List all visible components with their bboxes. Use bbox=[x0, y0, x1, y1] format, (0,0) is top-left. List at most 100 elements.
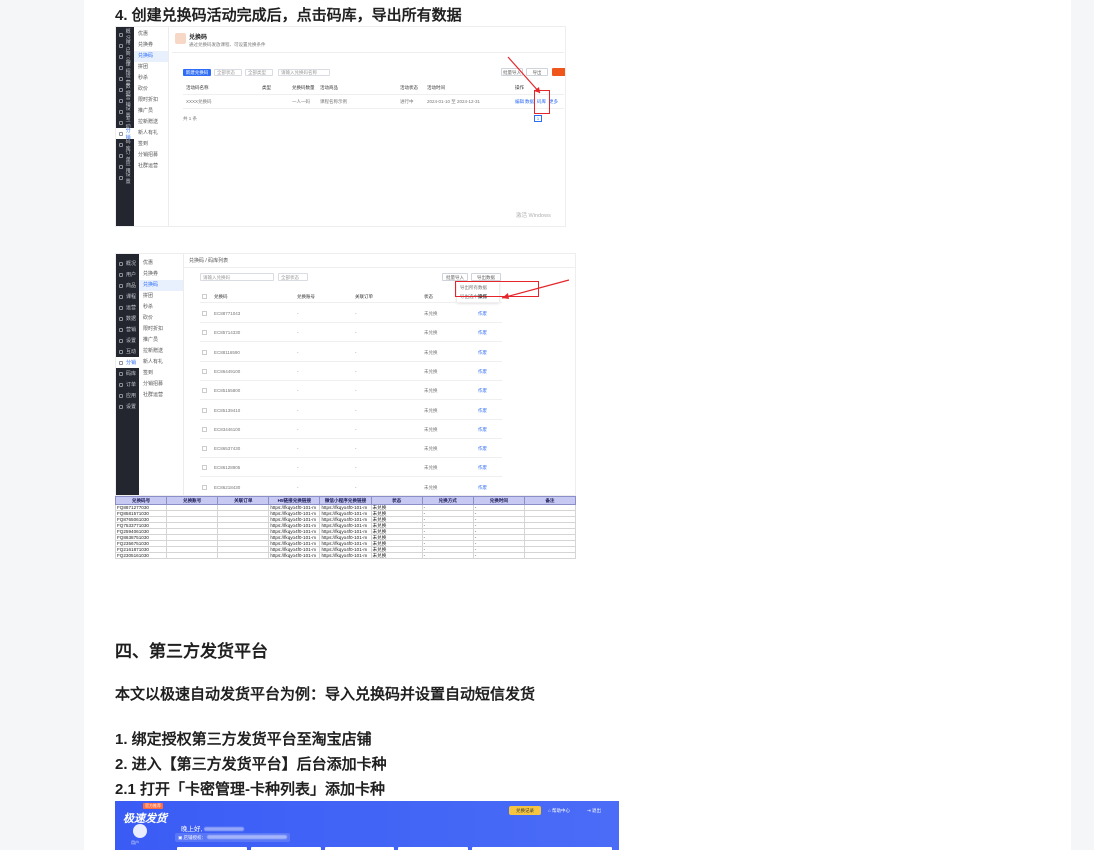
nav-item[interactable]: 订单 bbox=[116, 379, 139, 390]
row-checkbox[interactable] bbox=[202, 426, 207, 432]
excel-header-cell: 状态 bbox=[370, 496, 423, 505]
extra-button[interactable] bbox=[552, 68, 565, 76]
sub-nav-item[interactable]: 兑换券 bbox=[134, 40, 168, 51]
sub-nav-item[interactable]: 限时折扣 bbox=[134, 95, 168, 106]
nav-icon bbox=[119, 76, 123, 81]
sub-nav-item[interactable]: 拉新赠送 bbox=[139, 346, 183, 357]
void-link[interactable]: 作废 bbox=[478, 350, 487, 356]
nav-item[interactable]: 运营 bbox=[116, 302, 139, 313]
sub-nav-item[interactable]: 优惠 bbox=[134, 29, 168, 40]
nav-item[interactable]: 互动 bbox=[116, 346, 139, 357]
void-link[interactable]: 作废 bbox=[478, 465, 487, 471]
greeting: 晚上好, bbox=[181, 823, 245, 833]
void-link[interactable]: 作废 bbox=[478, 427, 487, 433]
sub-nav-item[interactable]: 砍价 bbox=[139, 313, 183, 324]
excel-header-cell: 兑换方式 bbox=[421, 496, 474, 505]
code-search-input[interactable]: 请输入兑换码 bbox=[200, 273, 274, 281]
red-arrow-icon bbox=[507, 56, 541, 94]
row-checkbox[interactable] bbox=[202, 368, 207, 374]
screenshot-coupon-list: 概况 用户 商品 课程 运营 数据 营销 设置 互动 分销 码库 订单 应用 设置 优惠 兑换券 兑换码 拼团秒… bbox=[115, 26, 566, 227]
cell: EC85139410 bbox=[214, 407, 241, 413]
main-nav-2: 概况 用户 商品 课程 运营 数据 营销 设置 互动 分销 码库 订单 应用 设置 bbox=[116, 254, 139, 495]
col-header: 状态 bbox=[424, 294, 433, 299]
help-center-button[interactable]: ⌂ 帮助中心 bbox=[548, 806, 570, 815]
page-1-button[interactable]: 1 bbox=[534, 115, 542, 122]
excel-cell: https://fkqyo4f0-101-m bbox=[319, 504, 372, 511]
sub-nav-item[interactable]: 限时折扣 bbox=[139, 324, 183, 335]
sub-nav-item[interactable]: 签到 bbox=[134, 139, 168, 150]
cell: - bbox=[355, 426, 357, 432]
nav-item[interactable]: 应用 bbox=[116, 390, 139, 401]
sub-nav-item[interactable]: 兑换码 bbox=[139, 280, 183, 291]
sub-nav-item[interactable]: 签到 bbox=[139, 368, 183, 379]
void-link[interactable]: 作废 bbox=[478, 408, 487, 414]
sub-nav-item[interactable]: 社群运营 bbox=[139, 390, 183, 401]
sub-nav-item[interactable]: 新人有礼 bbox=[139, 357, 183, 368]
sub-nav-item[interactable]: 社群运营 bbox=[134, 161, 168, 172]
sub-nav-item[interactable]: 新人有礼 bbox=[134, 128, 168, 139]
excel-cell: https://fkqyo4f0-101-m bbox=[319, 552, 372, 559]
sub-nav-item[interactable]: 推广员 bbox=[134, 106, 168, 117]
nav-item[interactable]: 商品 bbox=[116, 280, 139, 291]
sub-nav-item[interactable]: 秒杀 bbox=[134, 73, 168, 84]
void-link[interactable]: 作废 bbox=[478, 369, 487, 375]
nav-item[interactable]: 设置 bbox=[116, 401, 139, 412]
excel-cell: - bbox=[421, 552, 474, 559]
coupon-search-input[interactable]: 请输入兑换码名称 bbox=[278, 69, 330, 76]
nav-icon bbox=[119, 360, 123, 365]
void-link[interactable]: 作废 bbox=[478, 330, 487, 336]
void-link[interactable]: 作废 bbox=[478, 311, 487, 317]
windows-watermark: 激活 Windows bbox=[516, 213, 551, 219]
sub-nav-item[interactable]: 分销招募 bbox=[134, 150, 168, 161]
row-checkbox[interactable] bbox=[202, 484, 207, 490]
nav-icon bbox=[119, 131, 123, 136]
sub-nav-item[interactable]: 分销招募 bbox=[139, 379, 183, 390]
row-checkbox[interactable] bbox=[202, 446, 207, 452]
nav-item[interactable]: 码库 bbox=[116, 368, 139, 379]
void-link[interactable]: 作废 bbox=[478, 446, 487, 452]
nav-item[interactable]: 概况 bbox=[116, 258, 139, 269]
sub-nav-item[interactable]: 拉新赠送 bbox=[134, 117, 168, 128]
excel-cell: https://fkqyo4f0-101-m bbox=[268, 504, 321, 511]
nav-item[interactable]: 课程 bbox=[116, 291, 139, 302]
sub-nav-item[interactable]: 拼团 bbox=[134, 62, 168, 73]
logout-button[interactable]: ⇥ 退出 bbox=[587, 806, 601, 815]
row-checkbox[interactable] bbox=[202, 465, 207, 471]
nav-icon bbox=[119, 404, 123, 409]
nav-item[interactable]: 用户 bbox=[116, 269, 139, 280]
exchange-record-button[interactable]: 兑换记录 bbox=[509, 806, 541, 815]
row-checkbox[interactable] bbox=[202, 330, 207, 336]
nav-item[interactable]: 设置 bbox=[116, 172, 134, 185]
status-filter[interactable]: 全部状态 bbox=[214, 69, 242, 76]
row-checkbox[interactable] bbox=[202, 349, 207, 355]
nav-item[interactable]: 分销 bbox=[116, 357, 139, 368]
type-filter[interactable]: 全部类型 bbox=[245, 69, 273, 76]
nav-icon bbox=[119, 371, 123, 376]
code-import-button[interactable]: 批量导入 bbox=[442, 273, 468, 281]
row-op-link[interactable]: 数据 bbox=[525, 99, 534, 105]
excel-header-cell: 兑换时间 bbox=[472, 496, 525, 505]
nav-label: 互动 bbox=[126, 349, 137, 355]
coupon-header: 兑换码 通过兑换码发放课程、可设置兑换条件 bbox=[172, 29, 564, 53]
void-link[interactable]: 作废 bbox=[478, 388, 487, 394]
sub-nav-item[interactable]: 兑换码 bbox=[134, 51, 168, 62]
nav-icon bbox=[119, 54, 123, 59]
select-all-checkbox[interactable] bbox=[202, 294, 207, 299]
row-checkbox[interactable] bbox=[202, 407, 207, 413]
sub-nav-item[interactable]: 秒杀 bbox=[139, 302, 183, 313]
row-checkbox[interactable] bbox=[202, 311, 207, 316]
sub-nav-item[interactable]: 优惠 bbox=[139, 258, 183, 269]
nav-item[interactable]: 设置 bbox=[116, 335, 139, 346]
sub-nav-item[interactable]: 拼团 bbox=[139, 291, 183, 302]
sub-nav-item[interactable]: 砍价 bbox=[134, 84, 168, 95]
sub-nav-item[interactable]: 兑换券 bbox=[139, 269, 183, 280]
row-checkbox[interactable] bbox=[202, 388, 207, 394]
row-op-link[interactable]: 更多 bbox=[549, 99, 558, 105]
row-op-link[interactable]: 编辑 bbox=[515, 99, 524, 105]
nav-item[interactable]: 营销 bbox=[116, 324, 139, 335]
code-status-filter[interactable]: 全部状态 bbox=[278, 273, 308, 281]
void-link[interactable]: 作废 bbox=[478, 485, 487, 491]
create-coupon-button[interactable]: 新建兑换码 bbox=[183, 69, 211, 76]
nav-item[interactable]: 数据 bbox=[116, 313, 139, 324]
sub-nav-item[interactable]: 推广员 bbox=[139, 335, 183, 346]
